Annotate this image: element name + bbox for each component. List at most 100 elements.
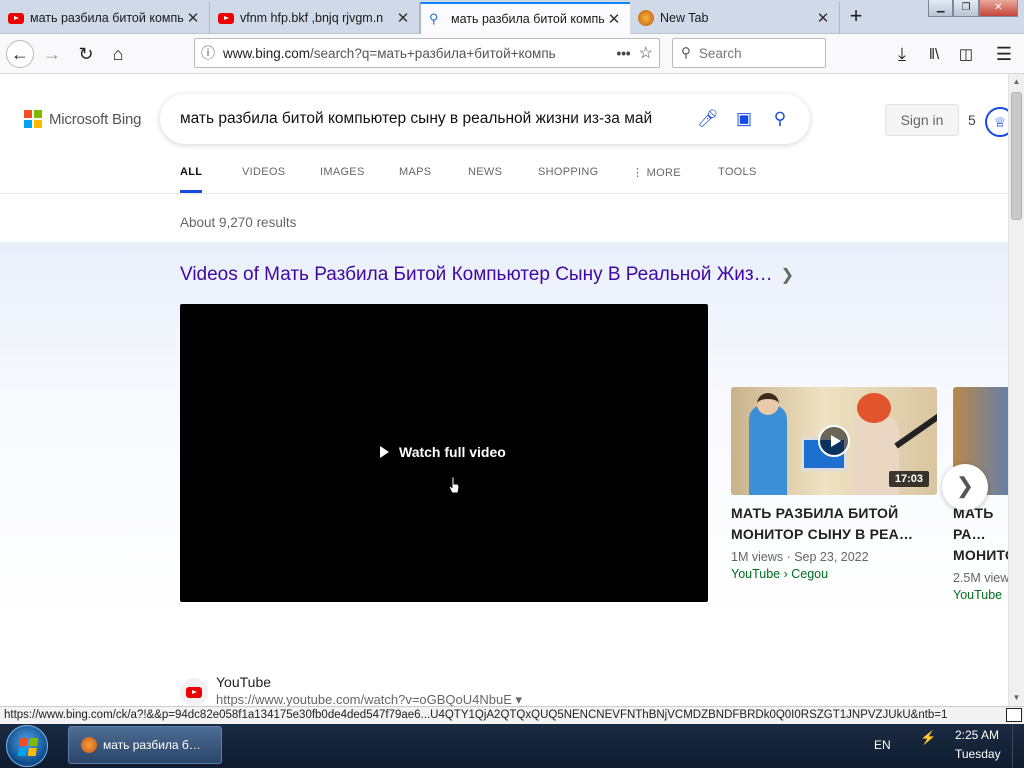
resize-grip[interactable] [1006, 708, 1022, 722]
microsoft-logo-icon [24, 110, 42, 128]
video-player[interactable]: Watch full video [180, 304, 708, 602]
taskbar-firefox-window[interactable]: мать разбила б… [68, 726, 222, 764]
search-icon: ⚲ [429, 11, 439, 26]
firefox-icon [81, 737, 97, 753]
video-meta: 1M views · Sep 23, 2022 [731, 550, 869, 564]
video-title[interactable]: МАТЬ РА… МОНИТО… [953, 503, 1008, 566]
clock-day: Tuesday [955, 747, 1001, 761]
show-desktop-button[interactable] [1012, 724, 1024, 768]
home-button[interactable]: ⌂ [104, 40, 132, 68]
bing-logo[interactable]: Microsoft Bing [24, 110, 141, 128]
video-source: YouTube › Cegou [731, 567, 829, 581]
url-bar[interactable]: ⓘ www.bing.com/search?q=мать+разбила+бит… [194, 38, 660, 68]
downloads-icon[interactable]: ⤓ [888, 40, 916, 68]
library-icon[interactable]: ‖\ [920, 40, 948, 68]
language-indicator[interactable]: EN [874, 738, 891, 752]
close-tab-icon[interactable]: ✕ [606, 10, 622, 28]
chevron-right-icon: ❯ [780, 267, 794, 284]
video-card[interactable]: 17:03 МАТЬ РАЗБИЛА БИТОЙ МОНИТОР СЫНУ В … [731, 387, 937, 581]
visual-search-icon[interactable]: ▣ [726, 109, 762, 129]
page-scrollbar[interactable]: ▲ ▼ [1008, 74, 1024, 706]
tab-new-tab[interactable]: New Tab ✕ [630, 2, 840, 34]
sidebar-icon[interactable]: ◫ [952, 40, 980, 68]
video-answer-section: Videos of Мать Разбила Битой Компьютер С… [0, 242, 1008, 622]
tab-all[interactable]: ALL [180, 166, 203, 193]
minimize-button[interactable]: ▁ [928, 0, 954, 17]
youtube-icon [218, 12, 234, 24]
start-button[interactable] [6, 725, 48, 767]
tab-more[interactable]: ⋮ MORE [632, 166, 681, 179]
clock-time: 2:25 AM [955, 728, 1000, 742]
tab-videos[interactable]: VIDEOS [242, 166, 285, 178]
microphone-icon[interactable]: 🎤︎ [690, 109, 726, 129]
scroll-down-arrow[interactable]: ▼ [1009, 690, 1024, 706]
rewards-count: 5 [968, 112, 976, 128]
tab-title: мать разбила битой компь [30, 11, 184, 25]
result-count: About 9,270 results [180, 215, 297, 230]
hand-cursor-icon [448, 476, 460, 494]
tab-maps[interactable]: MAPS [399, 166, 431, 178]
scroll-up-arrow[interactable]: ▲ [1009, 74, 1024, 90]
forward-button[interactable]: → [38, 40, 66, 68]
back-button[interactable]: ← [6, 40, 34, 68]
watch-full-video-button[interactable]: Watch full video [380, 444, 506, 460]
url-text: www.bing.com/search?q=мать+разбила+битой… [223, 45, 556, 61]
navigation-toolbar: ← → ↻ ⌂ ⓘ www.bing.com/search?q=мать+раз… [0, 34, 1024, 74]
sign-in-button[interactable]: Sign in [885, 104, 959, 136]
youtube-icon [8, 12, 24, 24]
taskbar: мать разбила б… EN ⚡ 2:25 AM Tuesday [0, 724, 1024, 768]
tab-youtube-1[interactable]: мать разбила битой компь ✕ [0, 2, 210, 34]
tab-strip: мать разбила битой компь ✕ vfnm hfp.bkf … [0, 0, 1024, 34]
result-url[interactable]: https://www.youtube.com/watch?v=oGBQoU4N… [216, 692, 522, 706]
status-bar: https://www.bing.com/ck/a?!&&p=94dc82e05… [0, 706, 1024, 724]
tab-youtube-2[interactable]: vfnm hfp.bkf ,bnjq rjvgm.n ✕ [210, 2, 420, 34]
search-query-input[interactable]: мать разбила битой компьютер сыну в реал… [180, 110, 690, 128]
search-tabs: ALL VIDEOS IMAGES MAPS NEWS SHOPPING ⋮ M… [0, 158, 1008, 194]
play-icon [818, 425, 850, 457]
page-actions-icon[interactable]: ••• [616, 46, 630, 61]
tab-tools[interactable]: TOOLS [718, 166, 757, 178]
reload-button[interactable]: ↻ [72, 40, 100, 68]
tab-news[interactable]: NEWS [468, 166, 502, 178]
tab-images[interactable]: IMAGES [320, 166, 365, 178]
browser-search-input[interactable]: ⚲ Search [672, 38, 826, 68]
tab-shopping[interactable]: SHOPPING [538, 166, 598, 178]
page-viewport: Microsoft Bing мать разбила битой компью… [0, 74, 1008, 706]
youtube-icon [186, 687, 202, 698]
play-icon [380, 446, 389, 458]
menu-icon[interactable]: ☰ [990, 40, 1018, 68]
window-close-button[interactable]: ✕ [978, 0, 1018, 17]
search-icon[interactable]: ⚲ [762, 109, 798, 129]
site-favicon [180, 678, 208, 706]
close-tab-icon[interactable]: ✕ [185, 9, 201, 27]
video-meta: 2.5M view… [953, 571, 1008, 585]
close-tab-icon[interactable]: ✕ [815, 9, 831, 27]
tab-title: мать разбила битой компь [451, 12, 605, 26]
window-controls: ▁ ❐ ✕ [928, 0, 1018, 18]
status-url: https://www.bing.com/ck/a?!&&p=94dc82e05… [4, 709, 948, 721]
scrollbar-thumb[interactable] [1011, 92, 1022, 220]
video-title[interactable]: МАТЬ РАЗБИЛА БИТОЙ МОНИТОР СЫНУ В РЕА… [731, 503, 937, 545]
tab-title: New Tab [660, 11, 709, 25]
rewards-trophy-icon[interactable]: ♕ [985, 107, 1008, 137]
tab-bing-search[interactable]: ⚲ мать разбила битой компь ✕ [420, 2, 630, 34]
firefox-icon [638, 10, 654, 26]
bing-search-box[interactable]: мать разбила битой компьютер сыну в реал… [160, 94, 810, 144]
close-tab-icon[interactable]: ✕ [395, 9, 411, 27]
logo-text: Microsoft Bing [49, 110, 142, 128]
network-icon[interactable]: ⚡ [920, 730, 936, 746]
carousel-next-button[interactable]: ❯ [942, 464, 988, 510]
video-source: YouTube [953, 588, 1003, 602]
video-duration: 17:03 [888, 471, 929, 487]
taskbar-window-title: мать разбила б… [103, 738, 201, 752]
new-tab-button[interactable]: + [842, 3, 870, 31]
result-site-name: YouTube [216, 674, 272, 690]
bookmark-star-icon[interactable]: ☆ [639, 43, 653, 63]
system-clock[interactable]: 2:25 AM Tuesday [955, 726, 1001, 764]
video-section-heading[interactable]: Videos of Мать Разбила Битой Компьютер С… [180, 264, 794, 286]
search-placeholder: Search [698, 45, 742, 61]
windows-logo-icon [17, 738, 39, 756]
maximize-button[interactable]: ❐ [953, 0, 979, 17]
video-thumbnail[interactable]: 17:03 [731, 387, 937, 495]
info-icon[interactable]: ⓘ [201, 43, 215, 63]
